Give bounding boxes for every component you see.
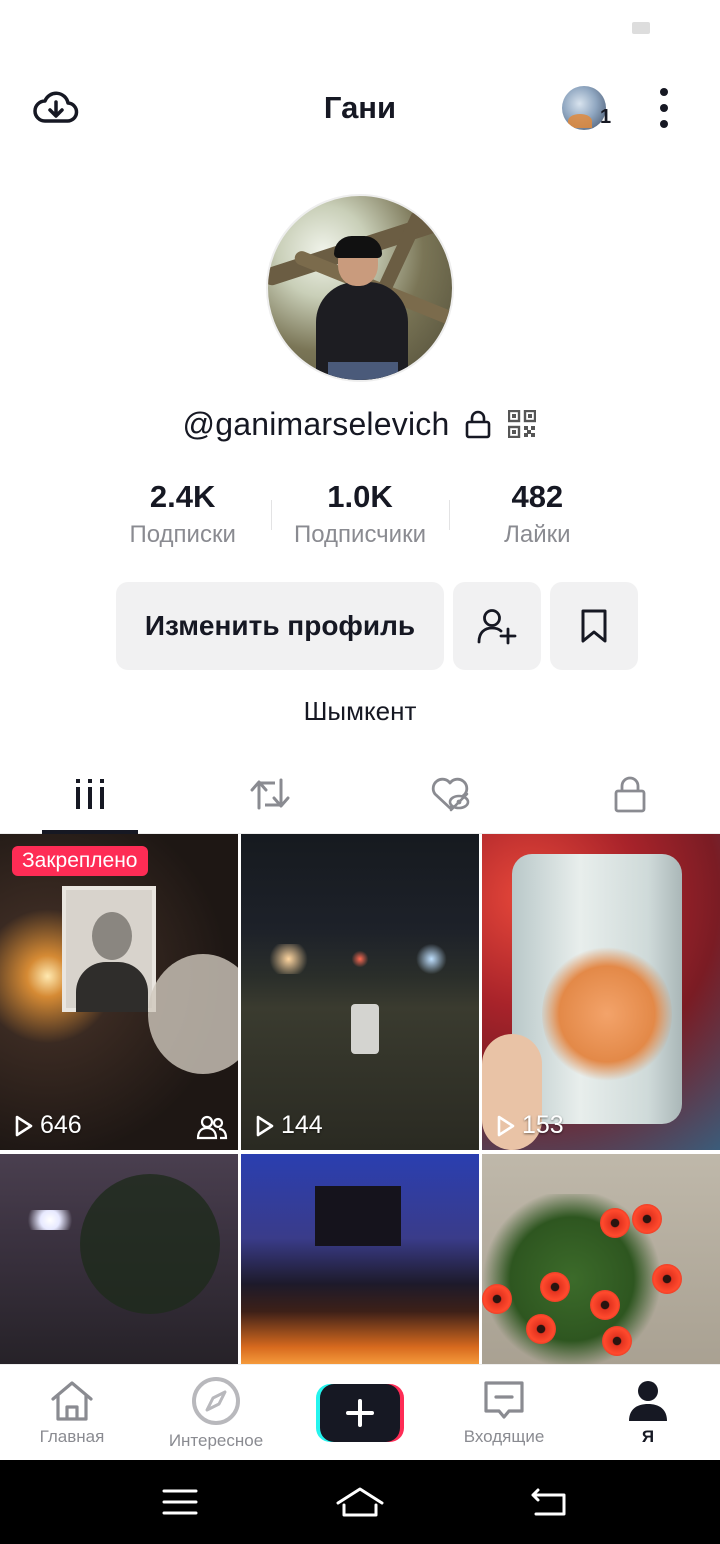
add-user-icon — [477, 609, 517, 645]
page-title: Гани — [323, 90, 397, 125]
stat-label: Лайки — [504, 521, 571, 548]
top-bar: Гани 1 — [0, 70, 720, 146]
view-count-value: 153 — [522, 1111, 564, 1139]
profile-icon — [629, 1380, 667, 1421]
bookmark-icon — [581, 609, 607, 643]
nav-home[interactable]: Главная — [0, 1365, 144, 1460]
username-row: @ganimarselevich — [0, 402, 720, 446]
nav-profile[interactable]: Я — [576, 1365, 720, 1460]
play-icon — [497, 1115, 515, 1136]
nav-inbox[interactable]: Входящие — [432, 1365, 576, 1460]
tab-reposts[interactable] — [180, 754, 360, 833]
view-count: 153 — [496, 1111, 564, 1140]
nav-label: Я — [641, 1426, 655, 1446]
more-dot — [660, 88, 668, 96]
system-navigation-bar — [0, 1460, 720, 1544]
video-grid: Закреплено 646 144 153 — [0, 834, 720, 1364]
tab-videos[interactable] — [0, 754, 180, 834]
system-back-button[interactable] — [520, 1482, 580, 1522]
qr-code-icon[interactable] — [507, 409, 537, 439]
video-tile[interactable]: 144 — [241, 834, 479, 1150]
stat-followers[interactable]: 1.0K Подписчики — [271, 478, 448, 558]
stat-value: 2.4K — [149, 479, 216, 514]
video-tile[interactable]: Закреплено 646 — [0, 834, 238, 1150]
tab-liked[interactable] — [360, 754, 540, 833]
stat-likes[interactable]: 482 Лайки — [448, 478, 626, 558]
profile-stats: 2.4K Подписки 1.0K Подписчики 482 Лайки — [94, 478, 626, 558]
stat-label: Подписчики — [293, 521, 426, 548]
add-friends-button[interactable] — [453, 582, 541, 670]
home-icon — [51, 1380, 93, 1421]
lock-icon — [614, 776, 646, 812]
private-lock-icon — [463, 409, 493, 439]
tab-private[interactable] — [540, 754, 720, 833]
nav-create[interactable] — [288, 1365, 432, 1460]
profile-actions: Изменить профиль — [116, 582, 638, 670]
friends-only-icon — [196, 1115, 228, 1140]
nav-discover[interactable]: Интересное — [144, 1365, 288, 1460]
username: @ganimarselevich — [182, 405, 450, 442]
nav-label: Главная — [39, 1426, 105, 1446]
system-home-button[interactable] — [330, 1482, 390, 1522]
edit-profile-button[interactable]: Изменить профиль — [116, 582, 444, 670]
video-tile[interactable] — [241, 1154, 479, 1364]
followed-badge-count: 1 — [600, 106, 612, 128]
pinned-badge: Закреплено — [12, 846, 148, 876]
stat-label: Подписки — [129, 521, 236, 548]
more-options-button[interactable] — [648, 86, 680, 130]
create-button[interactable] — [316, 1383, 404, 1442]
system-menu-button[interactable] — [150, 1482, 210, 1522]
home-outline-icon — [336, 1487, 384, 1517]
content-tabs — [0, 754, 720, 834]
play-icon — [15, 1115, 33, 1136]
favorites-button[interactable] — [550, 582, 638, 670]
stat-value: 1.0K — [327, 479, 393, 514]
liked-hidden-icon — [431, 777, 470, 811]
profile-avatar[interactable] — [266, 194, 454, 382]
grid-icon — [76, 778, 104, 809]
view-count: 646 — [14, 1111, 82, 1140]
view-count-value: 144 — [281, 1111, 323, 1139]
repost-icon — [250, 778, 290, 809]
stat-value: 482 — [511, 479, 564, 514]
view-count-value: 646 — [40, 1111, 82, 1139]
more-dot — [660, 104, 668, 112]
video-tile[interactable] — [0, 1154, 238, 1364]
nav-label: Входящие — [463, 1426, 545, 1446]
video-tile[interactable] — [482, 1154, 720, 1364]
more-dot — [660, 120, 668, 128]
play-icon — [256, 1115, 274, 1136]
stat-following[interactable]: 2.4K Подписки — [94, 478, 271, 558]
status-bar — [0, 0, 720, 60]
view-count: 144 — [255, 1111, 323, 1140]
profile-bio-city: Шымкент — [303, 696, 417, 726]
nav-label: Интересное — [168, 1430, 264, 1450]
menu-icon — [162, 1489, 198, 1515]
video-tile[interactable]: 153 — [482, 834, 720, 1150]
battery-icon — [632, 22, 650, 34]
back-icon — [531, 1488, 566, 1516]
plus-icon — [346, 1398, 374, 1427]
compass-icon — [192, 1376, 240, 1425]
bottom-navigation: Главная Интересное Входящие Я — [0, 1364, 720, 1460]
inbox-icon — [484, 1380, 524, 1419]
